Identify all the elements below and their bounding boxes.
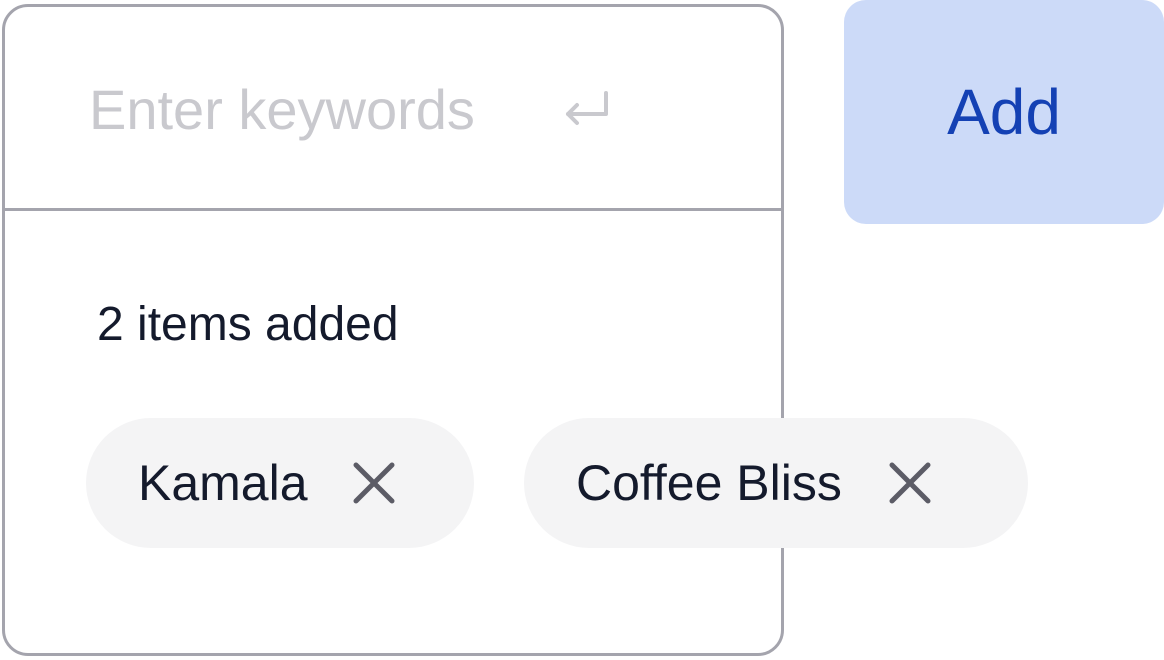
- add-button[interactable]: Add: [844, 0, 1164, 224]
- keyword-input[interactable]: [89, 73, 529, 145]
- chip-remove-button[interactable]: [888, 461, 932, 505]
- keyword-panel: 2 items added: [2, 4, 784, 656]
- keyword-chip-kamala: Kamala: [86, 418, 474, 548]
- keyword-chip-coffee-bliss: Coffee Bliss: [524, 418, 1028, 548]
- enter-return-icon: [566, 91, 608, 125]
- chip-label: Coffee Bliss: [576, 455, 842, 511]
- keyword-input-row: [5, 7, 781, 211]
- close-icon: [889, 462, 931, 504]
- close-icon: [353, 462, 395, 504]
- keyword-entry-widget: 2 items added Kamala Coffee Bliss Add: [0, 0, 1164, 660]
- chip-label: Kamala: [138, 455, 308, 511]
- chip-remove-button[interactable]: [352, 461, 396, 505]
- added-count-text: 2 items added: [97, 298, 399, 351]
